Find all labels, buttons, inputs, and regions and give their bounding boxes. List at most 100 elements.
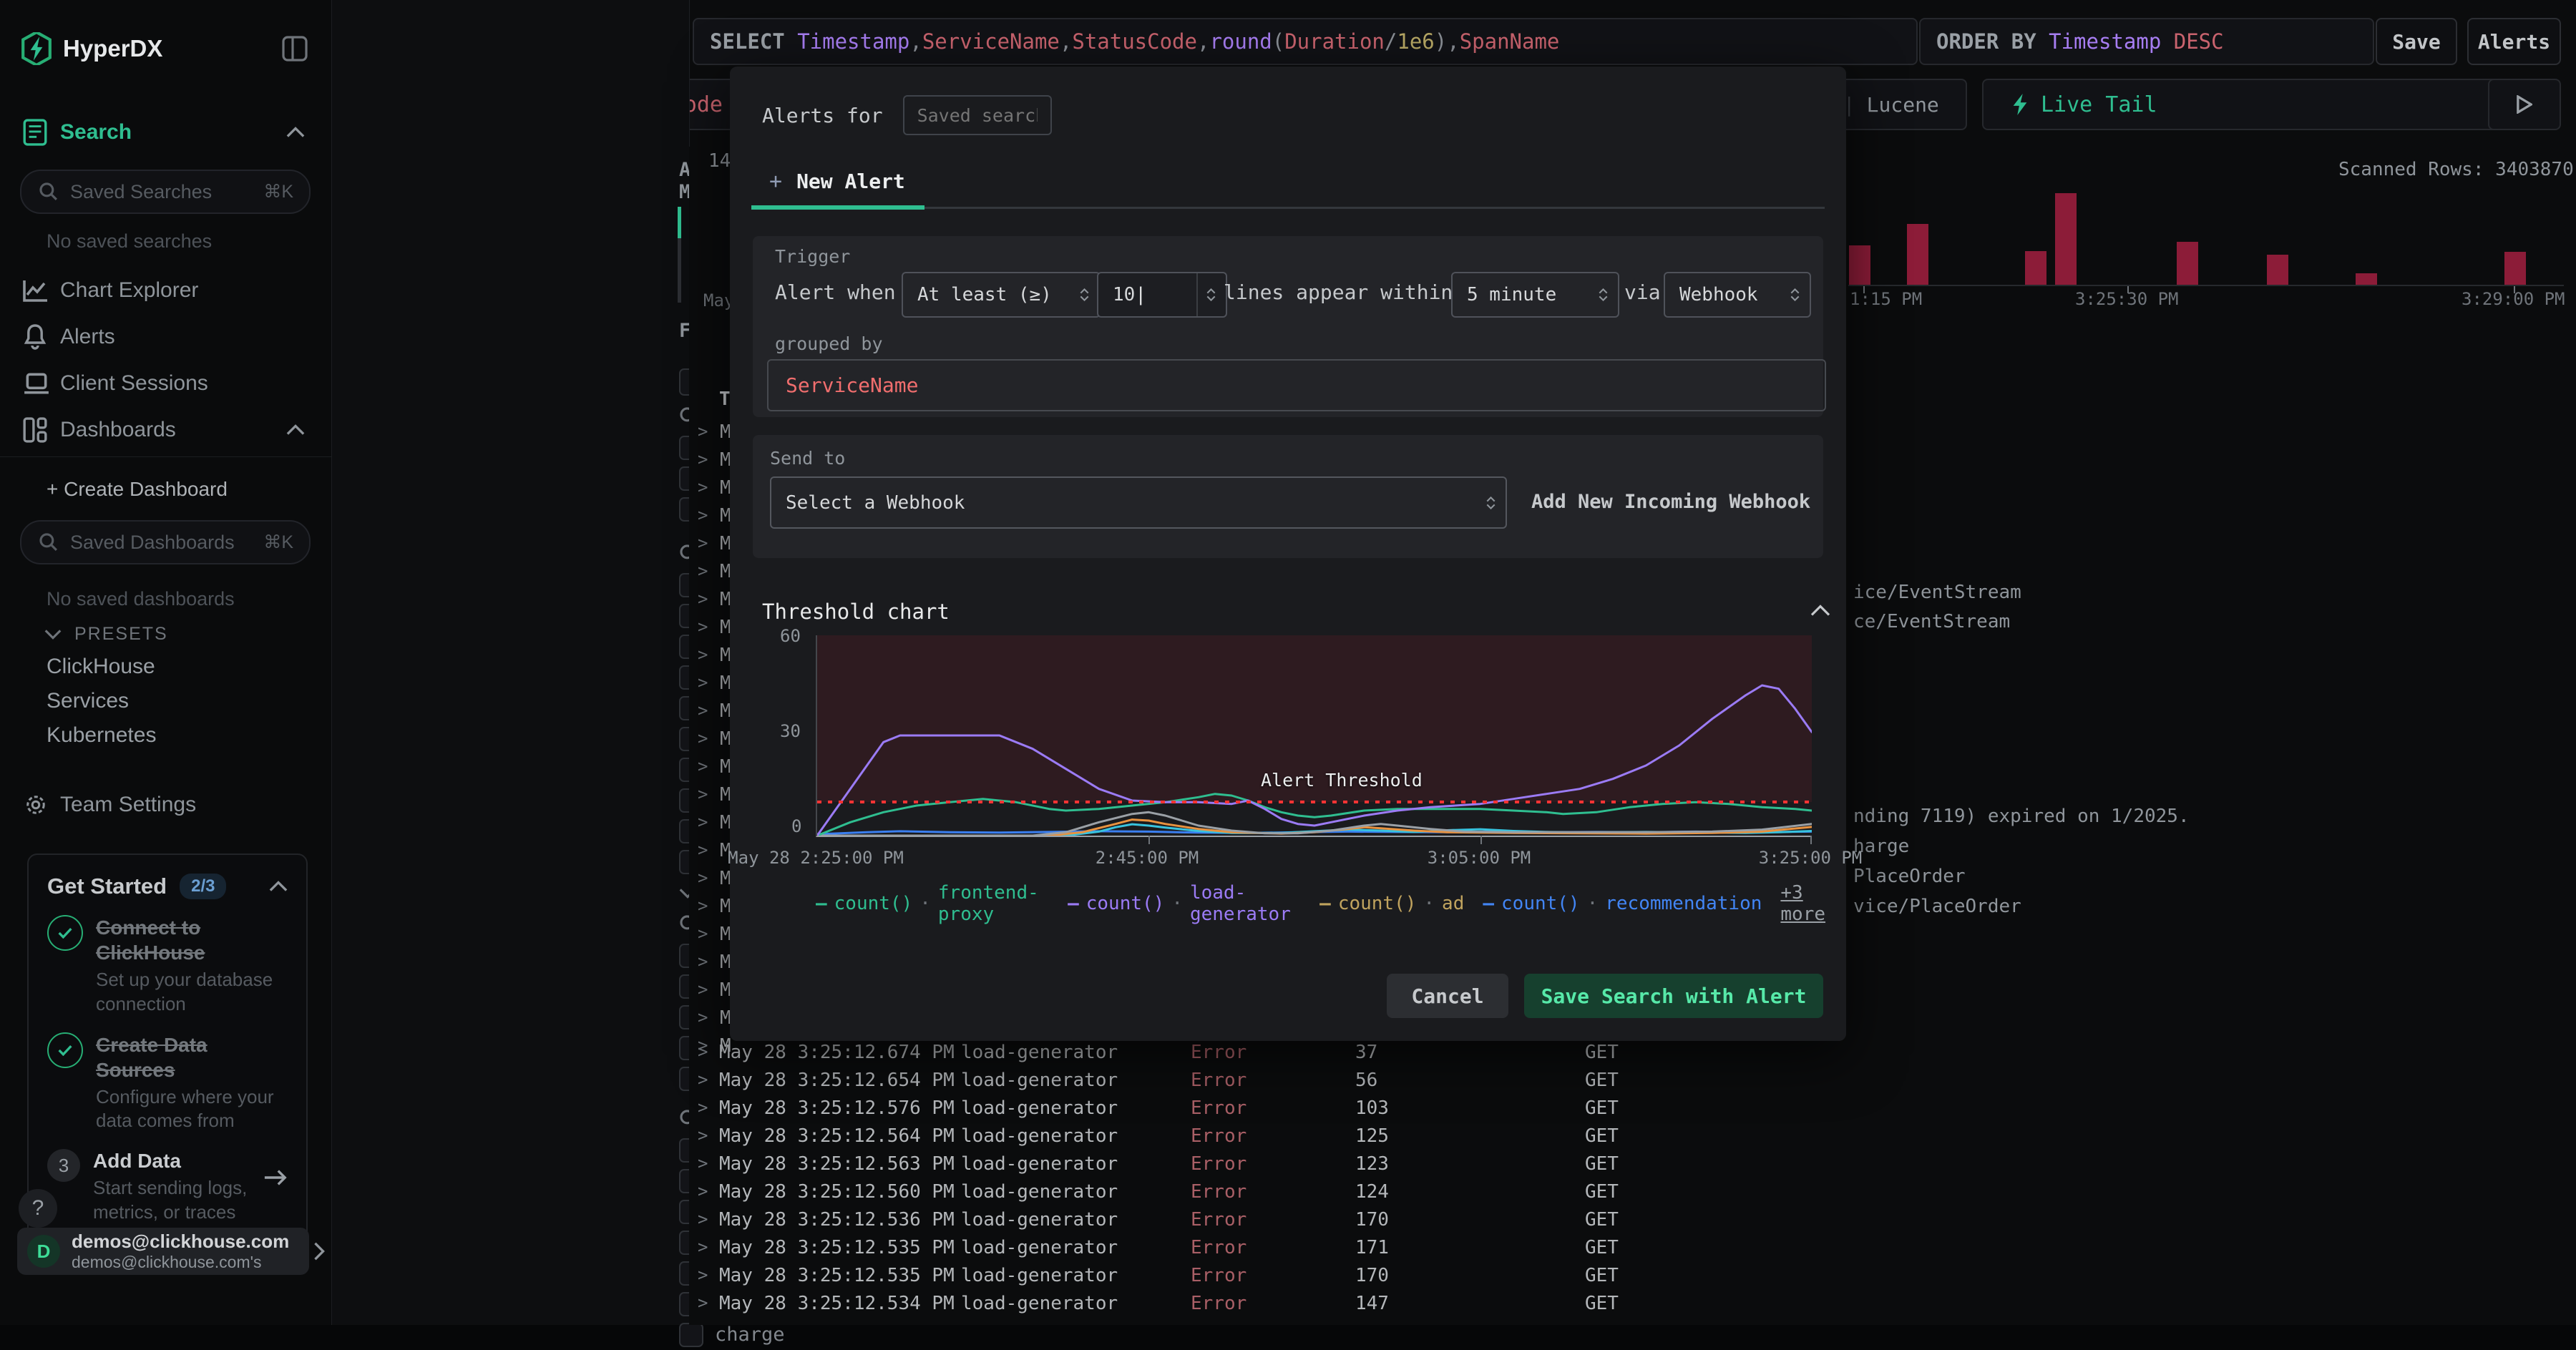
chart-legend: — count() · frontend-proxy — count() · l…	[816, 882, 1846, 925]
expand-chevron[interactable]: >	[698, 561, 708, 581]
legend-more-button[interactable]: +3 more	[1780, 882, 1846, 925]
run-query-button[interactable]	[2488, 79, 2561, 130]
sidebar-item-search[interactable]: Search	[0, 116, 331, 149]
webhook-select[interactable]: Select a Webhook	[770, 476, 1507, 529]
table-row[interactable]: > May 28 3:25:12.576 PM load-generator Erro…	[689, 1095, 2576, 1122]
legend-item[interactable]: — count() · frontend-proxy	[816, 882, 1049, 925]
threshold-value-input[interactable]: 10 |	[1097, 272, 1227, 318]
add-webhook-button[interactable]: Add New Incoming Webhook	[1531, 491, 1810, 513]
order-by-input[interactable]: ORDER BY Timestamp DESC	[1919, 18, 2374, 65]
histogram-bar[interactable]	[2504, 252, 2526, 285]
live-tail-button[interactable]: Live Tail	[1982, 79, 2500, 130]
expand-chevron[interactable]: >	[698, 449, 708, 469]
expand-chevron[interactable]: >	[698, 533, 708, 553]
histogram-bar[interactable]	[2025, 251, 2046, 285]
expand-chevron[interactable]: >	[698, 421, 708, 441]
table-row[interactable]: > May 28 3:25:12.535 PM load-generator Erro…	[689, 1262, 2576, 1290]
saved-dashboards-input[interactable]: Saved Dashboards ⌘K	[20, 520, 311, 564]
grouped-by-input[interactable]: ServiceName	[767, 359, 1826, 411]
tab-new-alert[interactable]: + New Alert	[769, 169, 905, 194]
expand-chevron[interactable]: >	[698, 1007, 708, 1027]
progress-badge: 2/3	[180, 874, 227, 899]
row-span-fragment: ce/EventStream	[1853, 611, 2011, 632]
expand-chevron[interactable]: >	[698, 672, 708, 693]
expand-chevron[interactable]: >	[698, 840, 708, 860]
help-button[interactable]: ?	[19, 1189, 57, 1228]
expand-chevron[interactable]: >	[698, 924, 708, 944]
table-row[interactable]: > May 28 3:25:12.560 PM load-generator Erro…	[689, 1178, 2576, 1206]
order-by-text: ORDER BY Timestamp DESC	[1936, 29, 2224, 54]
step-title: Add Data	[93, 1150, 181, 1173]
cancel-button[interactable]: Cancel	[1387, 974, 1508, 1018]
histogram-bar[interactable]	[2055, 193, 2077, 285]
trigger-panel: Trigger Alert when At least (≥) 10 | line…	[753, 236, 1826, 417]
channel-select[interactable]: Webhook	[1664, 272, 1811, 318]
preset-item[interactable]: ClickHouse	[47, 650, 156, 684]
expand-chevron[interactable]: >	[698, 589, 708, 609]
preset-item[interactable]: Services	[47, 684, 156, 718]
sidebar-item-alerts[interactable]: Alerts	[0, 321, 331, 353]
table-row[interactable]: > May 28 3:25:12.535 PM load-generator Erro…	[689, 1234, 2576, 1262]
x-tick-label: 2:45:00 PM	[1095, 848, 1199, 868]
threshold-chart-plot[interactable]: Alert Threshold	[816, 635, 1812, 844]
get-started-step-add-data[interactable]: 3 Add Data Start sending logs, metrics, …	[47, 1149, 288, 1225]
histogram-bar[interactable]	[2356, 273, 2377, 285]
expand-chevron[interactable]: >	[698, 896, 708, 916]
collapse-sidebar-icon[interactable]	[280, 34, 309, 63]
saved-searches-placeholder: Saved Searches	[70, 180, 213, 202]
expand-chevron[interactable]: >	[698, 477, 708, 497]
legend-item[interactable]: — count() · recommendation	[1483, 893, 1762, 914]
expand-chevron[interactable]: >	[698, 952, 708, 972]
expand-chevron[interactable]: >	[698, 979, 708, 999]
expand-chevron[interactable]: >	[698, 700, 708, 720]
histogram-bar[interactable]	[2267, 255, 2288, 285]
expand-chevron[interactable]: >	[698, 645, 708, 665]
checkbox[interactable]	[679, 1322, 703, 1347]
get-started-header[interactable]: Get Started 2/3	[47, 874, 288, 899]
presets-toggle[interactable]: PRESETS	[44, 624, 168, 645]
create-dashboard-button[interactable]: + Create Dashboard	[47, 478, 228, 501]
preset-item[interactable]: Kubernetes	[47, 718, 156, 753]
time-window-select[interactable]: 5 minute	[1451, 272, 1619, 318]
step-number-badge: 3	[47, 1149, 80, 1183]
get-started-step-sources[interactable]: Create Data Sources Configure where your…	[47, 1032, 288, 1134]
sidebar-item-chart-explorer[interactable]: Chart Explorer	[0, 274, 331, 307]
expand-chevron[interactable]: >	[698, 756, 708, 776]
legend-metric: count()	[1501, 893, 1580, 914]
expand-chevron[interactable]: >	[698, 812, 708, 832]
save-button[interactable]: Save	[2376, 18, 2457, 65]
saved-search-name-input[interactable]	[902, 95, 1052, 135]
expand-chevron[interactable]: >	[698, 868, 708, 888]
sidebar-item-team-settings[interactable]: Team Settings	[0, 788, 331, 821]
chevron-up-icon[interactable]	[1810, 605, 1830, 617]
legend-item[interactable]: — count() · ad	[1319, 893, 1464, 914]
get-started-step-connect[interactable]: Connect to ClickHouse Set up your databa…	[47, 915, 288, 1017]
expand-chevron[interactable]: >	[698, 728, 708, 748]
histogram-bar[interactable]	[1907, 224, 1928, 285]
user-menu[interactable]: D demos@clickhouse.com demos@clickhouse.…	[17, 1228, 309, 1275]
table-row[interactable]: > May 28 3:25:12.536 PM load-generator Erro…	[689, 1206, 2576, 1234]
histogram-bar[interactable]	[1849, 245, 1870, 285]
table-row[interactable]: > May 28 3:25:12.654 PM load-generator Erro…	[689, 1067, 2576, 1095]
language-lucene[interactable]: Lucene	[1867, 93, 1939, 117]
table-row[interactable]: > May 28 3:25:12.674 PM load-generator Erro…	[689, 1039, 2576, 1067]
expand-chevron[interactable]: >	[698, 617, 708, 637]
legend-item[interactable]: — count() · load-generator	[1068, 882, 1301, 925]
sidebar-item-dashboards[interactable]: Dashboards	[0, 414, 331, 446]
histogram-bar[interactable]	[2177, 242, 2198, 285]
saved-searches-input[interactable]: Saved Searches ⌘K	[20, 170, 311, 214]
save-search-with-alert-button[interactable]: Save Search with Alert	[1524, 974, 1823, 1018]
table-row[interactable]: > May 28 3:25:12.563 PM load-generator Erro…	[689, 1150, 2576, 1178]
select-query-input[interactable]: SELECT Timestamp,ServiceName,StatusCode,…	[693, 18, 1918, 65]
number-spinner[interactable]	[1196, 273, 1216, 316]
table-row[interactable]: > May 28 3:25:12.564 PM load-generator Erro…	[689, 1122, 2576, 1150]
alerts-button[interactable]: Alerts	[2467, 18, 2561, 65]
threshold-chart-title: Threshold chart	[762, 600, 950, 624]
sidebar: HyperDX Search Saved Searches ⌘K No save…	[0, 0, 332, 1325]
operator-select[interactable]: At least (≥)	[902, 272, 1101, 318]
table-row[interactable]: > May 28 3:25:12.534 PM load-generator Erro…	[689, 1290, 2576, 1318]
expand-chevron[interactable]: >	[698, 784, 708, 804]
expand-chevron[interactable]: >	[698, 505, 708, 525]
sidebar-item-client-sessions[interactable]: Client Sessions	[0, 367, 331, 400]
mode-rail-active	[678, 207, 681, 238]
